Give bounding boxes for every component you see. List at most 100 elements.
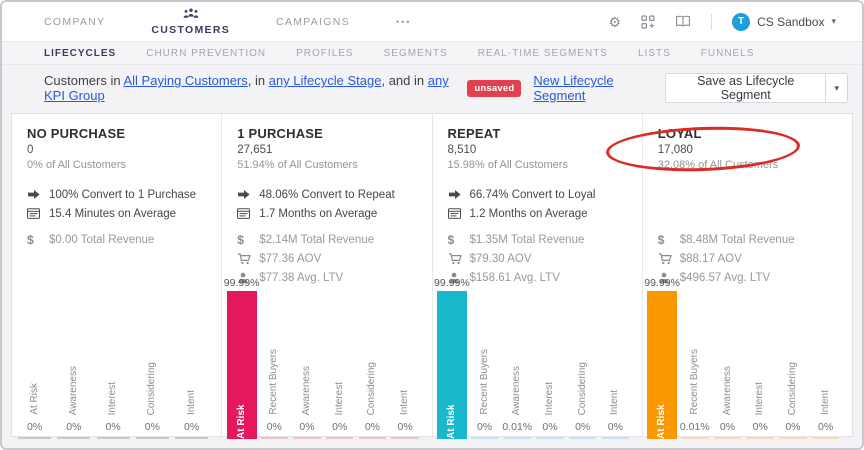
stage-column-1-purchase: 1 PURCHASE 27,651 51.94% of All Customer… <box>221 114 431 436</box>
chart-slot-intent[interactable]: Intent0% <box>172 390 211 439</box>
tab-segments[interactable]: SEGMENTS <box>384 48 448 59</box>
chart-bar-at-risk[interactable]: 99.99%At Risk <box>646 277 679 439</box>
chart-slot-considering[interactable]: Considering0% <box>356 362 389 439</box>
stat-aov-text: $77.36 AOV <box>259 253 321 265</box>
save-as-lifecycle-segment-button[interactable]: Save as Lifecycle Segment <box>665 73 826 103</box>
chart-category-label: Recent Buyers <box>690 349 700 415</box>
bar[interactable]: At Risk <box>437 291 467 439</box>
stat-duration: 1.7 Months on Average <box>237 204 423 223</box>
chart-bar-at-risk[interactable]: 99.99%At Risk <box>225 277 258 439</box>
nav-item-company[interactable]: COMPANY <box>44 16 105 28</box>
nav-item-customers[interactable]: CUSTOMERS <box>151 8 230 36</box>
tab-lists[interactable]: LISTS <box>638 48 671 59</box>
chart-slot-awareness[interactable]: Awareness 0% <box>54 366 93 439</box>
chart-slot-intent[interactable]: Intent0% <box>809 390 842 439</box>
chart-slot-interest[interactable]: Interest 0% <box>94 382 133 439</box>
chart-slot-awareness[interactable]: Awareness0% <box>291 366 324 439</box>
chart-slot-considering[interactable]: Considering0% <box>566 362 599 439</box>
chart-baseline <box>359 437 386 439</box>
chart-value-label: 99.99% <box>434 277 470 289</box>
stat-convert-text: 66.74% Convert to Loyal <box>470 189 596 201</box>
filter-link-lifecycle-stage[interactable]: any Lifecycle Stage <box>269 73 382 88</box>
dollar-icon: $ <box>27 233 49 247</box>
stage-count: 0 <box>27 144 213 156</box>
stat-convert: 48.06% Convert to Repeat <box>237 185 423 204</box>
nav-item-customers-label: CUSTOMERS <box>151 24 230 36</box>
chart-category-label: Awareness <box>512 366 522 415</box>
chart-category-label: Considering <box>367 362 377 415</box>
stat-revenue: $ $2.14M Total Revenue <box>237 230 423 249</box>
filter-actions: unsaved New Lifecycle Segment Save as Li… <box>467 73 850 103</box>
chart-category-label: At Risk <box>30 383 40 415</box>
stat-convert: 66.74% Convert to Loyal <box>448 185 634 204</box>
chart-slot-interest[interactable]: Interest 0% <box>323 382 356 439</box>
stat-aov: $88.17 AOV <box>658 249 844 268</box>
chart-slot-intent[interactable]: Intent0% <box>389 390 422 439</box>
new-lifecycle-segment-link[interactable]: New Lifecycle Segment <box>533 73 653 103</box>
chart-slot-considering[interactable]: Considering0% <box>777 362 810 439</box>
bar[interactable]: At Risk <box>227 291 257 439</box>
apps-grid-icon[interactable] <box>641 15 655 29</box>
chart-slot-recent-buyers[interactable]: Recent Buyers0% <box>258 349 291 439</box>
chart-value-label: 0% <box>398 421 413 433</box>
chart-slot-intent[interactable]: Intent0% <box>599 390 632 439</box>
chart-slot-recent-buyers[interactable]: Recent Buyers 0.01% <box>678 349 711 439</box>
filter-link-paying-customers[interactable]: All Paying Customers <box>123 73 247 88</box>
nav-item-campaigns[interactable]: CAMPAIGNS <box>276 16 350 28</box>
chart-category-label: Interest <box>108 382 118 415</box>
stat-ltv-text: $77.38 Avg. LTV <box>259 272 343 284</box>
stage-column-no-purchase: NO PURCHASE 0 0% of All Customers 100% C… <box>12 114 221 436</box>
top-nav: COMPANY CUSTOMERS CAMPAIGNS ••• ⚙ T CS S… <box>2 2 862 42</box>
tab-profiles[interactable]: PROFILES <box>296 48 353 59</box>
stat-aov: $77.36 AOV <box>237 249 423 268</box>
save-options-caret-button[interactable]: ▾ <box>826 73 848 103</box>
chart-value-label: 0% <box>299 421 314 433</box>
chart-slot-awareness[interactable]: Awareness0.01% <box>501 366 534 439</box>
arrow-right-icon <box>27 189 49 200</box>
chart-value-label: 0% <box>332 421 347 433</box>
chart-value-label: 0% <box>66 421 81 433</box>
settings-gear-icon[interactable]: ⚙ <box>609 15 622 29</box>
stat-ltv-text: $158.61 Avg. LTV <box>470 272 560 284</box>
more-menu-icon[interactable]: ••• <box>396 17 411 27</box>
tab-lifecycles[interactable]: LIFECYCLES <box>44 48 116 59</box>
tab-churn-prevention[interactable]: CHURN PREVENTION <box>146 48 266 59</box>
chart-category-label: Considering <box>147 362 157 415</box>
unsaved-status-badge: unsaved <box>467 80 521 97</box>
bar[interactable]: At Risk <box>647 291 677 439</box>
chart-slot-interest[interactable]: Interest0% <box>744 382 777 439</box>
stat-revenue-text: $8.48M Total Revenue <box>680 234 795 246</box>
cart-icon <box>237 253 259 265</box>
chart-category-label: Considering <box>578 362 588 415</box>
chart-category-label: Interest <box>335 382 345 415</box>
chart-baseline <box>504 437 531 439</box>
tab-realtime-segments[interactable]: REAL-TIME SEGMENTS <box>478 48 608 59</box>
calendar-icon <box>448 208 470 219</box>
chart-value-label: 0% <box>145 421 160 433</box>
chart-baseline <box>746 437 773 439</box>
chart-category-label: Awareness <box>723 366 733 415</box>
stage-title: LOYAL <box>658 126 844 141</box>
chart-value-label: 0% <box>106 421 121 433</box>
account-name: CS Sandbox <box>757 15 824 29</box>
stage-percent: 15.98% of All Customers <box>448 159 634 171</box>
chart-baseline <box>569 437 596 439</box>
chart-bar-at-risk[interactable]: 99.99% At Risk <box>436 277 469 439</box>
stage-chart: At Risk0% Awareness0% Interest0% Conside… <box>15 269 211 439</box>
chart-slot-at-risk[interactable]: At Risk0% <box>15 383 54 439</box>
top-nav-right: ⚙ T CS Sandbox ▾ <box>609 13 836 31</box>
chart-baseline <box>18 437 51 439</box>
chart-slot-recent-buyers[interactable]: Recent Buyers0% <box>468 349 501 439</box>
app-window: COMPANY CUSTOMERS CAMPAIGNS ••• ⚙ T CS S… <box>0 0 864 450</box>
chart-category-label: Awareness <box>69 366 79 415</box>
account-menu[interactable]: T CS Sandbox ▾ <box>732 13 836 31</box>
stat-convert: 100% Convert to 1 Purchase <box>27 185 213 204</box>
docs-book-icon[interactable] <box>675 15 691 28</box>
chart-slot-considering[interactable]: Considering 0% <box>133 362 172 439</box>
chart-baseline <box>602 437 629 439</box>
chart-slot-interest[interactable]: Interest0% <box>534 382 567 439</box>
chart-baseline <box>97 437 130 439</box>
chart-value-label: 0.01% <box>680 421 710 433</box>
chart-slot-awareness[interactable]: Awareness0% <box>711 366 744 439</box>
tab-funnels[interactable]: FUNNELS <box>701 48 755 59</box>
